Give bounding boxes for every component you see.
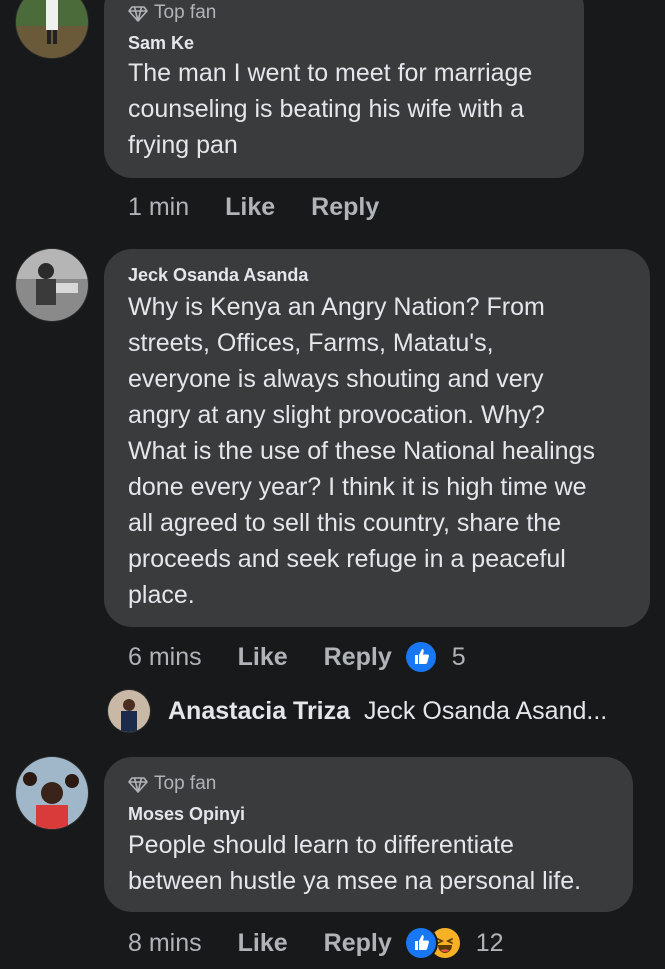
comment-text: The man I went to meet for marriage coun… bbox=[128, 59, 533, 159]
reactions-summary[interactable]: 5 bbox=[405, 642, 466, 672]
comment-author[interactable]: Moses Opinyi bbox=[128, 804, 245, 825]
reply-button[interactable]: Reply bbox=[324, 929, 392, 958]
badge-label: Top fan bbox=[154, 773, 217, 794]
reply-preview[interactable]: Anastacia Triza Jeck Osanda Asand... bbox=[108, 690, 607, 732]
comment-actions: 1 min Like Reply bbox=[128, 193, 393, 222]
profile-photo-icon bbox=[16, 0, 88, 58]
reply-author[interactable]: Anastacia Triza bbox=[168, 697, 350, 726]
comment-actions: 8 mins Like Reply 12 bbox=[128, 928, 504, 958]
comment-text: People should learn to differentiate bet… bbox=[128, 831, 582, 895]
comment-bubble[interactable]: Top fan Moses Opinyi People should learn… bbox=[104, 757, 633, 912]
like-icon bbox=[405, 928, 436, 958]
comment-timestamp[interactable]: 8 mins bbox=[128, 929, 202, 958]
avatar-moses-opinyi[interactable] bbox=[16, 757, 88, 829]
like-icon bbox=[405, 642, 436, 672]
like-button[interactable]: Like bbox=[238, 929, 288, 958]
comment-author[interactable]: Jeck Osanda Asanda bbox=[128, 265, 308, 286]
avatar-jeck-osanda-asanda[interactable] bbox=[16, 249, 88, 321]
diamond-icon bbox=[128, 777, 148, 793]
profile-photo-icon bbox=[16, 757, 88, 829]
top-fan-badge: Top fan bbox=[128, 773, 216, 795]
reply-button[interactable]: Reply bbox=[311, 193, 379, 222]
comment-author[interactable]: Sam Ke bbox=[128, 33, 194, 54]
comment-actions: 6 mins Like Reply 5 bbox=[128, 642, 466, 672]
diamond-icon bbox=[128, 6, 148, 22]
top-fan-badge: Top fan bbox=[128, 2, 216, 24]
comment-timestamp[interactable]: 1 min bbox=[128, 193, 189, 222]
like-button[interactable]: Like bbox=[225, 193, 275, 222]
reactions-summary[interactable]: 12 bbox=[405, 928, 504, 958]
comment-bubble[interactable]: Jeck Osanda Asanda Why is Kenya an Angry… bbox=[104, 249, 650, 627]
comment-bubble[interactable]: Top fan Sam Ke The man I went to meet fo… bbox=[104, 0, 584, 178]
avatar-sam-ke[interactable] bbox=[16, 0, 88, 58]
like-button[interactable]: Like bbox=[238, 643, 288, 672]
comment-text: Why is Kenya an Angry Nation? From stree… bbox=[128, 293, 595, 609]
profile-photo-icon bbox=[16, 249, 88, 321]
avatar-anastacia-triza[interactable] bbox=[108, 690, 150, 732]
reply-snippet: Jeck Osanda Asand... bbox=[364, 696, 608, 725]
profile-photo-icon bbox=[108, 690, 150, 732]
badge-label: Top fan bbox=[154, 2, 217, 23]
reaction-count: 5 bbox=[451, 642, 466, 671]
reply-button[interactable]: Reply bbox=[324, 643, 392, 672]
comment-timestamp[interactable]: 6 mins bbox=[128, 643, 202, 672]
reaction-count: 12 bbox=[475, 928, 504, 957]
